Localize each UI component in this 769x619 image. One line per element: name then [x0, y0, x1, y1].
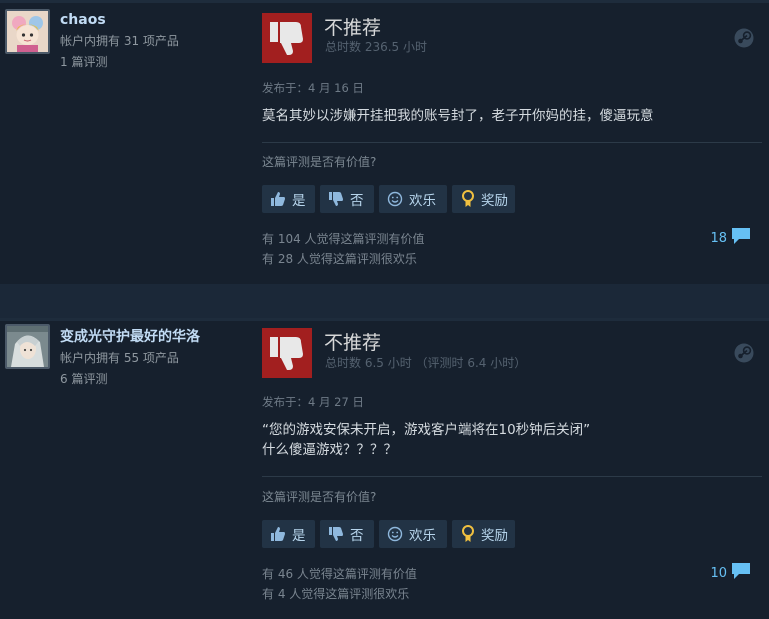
funny-count: 有 4 人觉得这篇评测很欢乐 [262, 587, 410, 601]
thumbs-down-badge[interactable] [262, 13, 312, 63]
steam-logo-icon [734, 343, 754, 363]
author-reviews[interactable]: 1 篇评测 [60, 53, 179, 71]
award-button[interactable]: 奖励 [452, 520, 515, 548]
helpful-count: 有 46 人觉得这篇评测有价值 [262, 567, 417, 581]
award-button[interactable]: 奖励 [452, 185, 515, 213]
award-medal-icon [458, 189, 477, 209]
review-text: “您的游戏安保未开启，游戏客户端将在10秒钟后关闭” 什么傻逼游戏？？？？ [262, 420, 590, 460]
author-name[interactable]: 变成光守护最好的华洛 [60, 328, 200, 346]
vote-counts: 有 46 人觉得这篇评测有价值 有 4 人觉得这篇评测很欢乐 [262, 564, 417, 604]
vote-button-row: 是 否 欢乐 奖励 [262, 520, 515, 548]
author-products[interactable]: 帐户内拥有 31 项产品 [60, 32, 179, 50]
smiley-icon [385, 524, 405, 544]
review-text-line: 什么傻逼游戏？？？？ [262, 442, 397, 458]
smiley-icon [385, 189, 405, 209]
vote-yes-button[interactable]: 是 [262, 520, 315, 548]
card-top-border [0, 0, 769, 3]
thumbs-down-icon [326, 524, 346, 544]
author-reviews[interactable]: 6 篇评测 [60, 370, 200, 388]
vote-yes-label: 是 [292, 528, 306, 544]
comment-link[interactable]: 10 [710, 562, 751, 584]
vote-no-label: 否 [350, 528, 364, 544]
vote-funny-label: 欢乐 [409, 193, 436, 209]
review-card: chaos 帐户内拥有 31 项产品 1 篇评测 不推荐 总时数 236.5 小… [0, 0, 769, 284]
comment-bubble-icon [731, 227, 751, 249]
comment-count: 10 [710, 565, 727, 581]
avatar[interactable] [5, 9, 50, 54]
posted-date: 发布于：4 月 27 日 [262, 395, 364, 409]
playtime: 总时数 6.5 小时 （评测时 6.4 小时） [325, 356, 527, 370]
divider [262, 142, 762, 143]
avatar-image [7, 326, 48, 367]
thumbs-down-icon [326, 189, 346, 209]
comment-count: 18 [710, 230, 727, 246]
comment-link[interactable]: 18 [710, 227, 751, 249]
thumbs-up-icon [268, 189, 288, 209]
comment-bubble-icon [731, 562, 751, 584]
award-medal-icon [458, 524, 477, 544]
review-card: 变成光守护最好的华洛 帐户内拥有 55 项产品 6 篇评测 不推荐 总时数 6.… [0, 318, 769, 619]
author-block: 变成光守护最好的华洛 帐户内拥有 55 项产品 6 篇评测 [60, 328, 200, 388]
funny-count: 有 28 人觉得这篇评测很欢乐 [262, 252, 417, 266]
helpful-question: 这篇评测是否有价值? [262, 490, 377, 504]
author-block: chaos 帐户内拥有 31 项产品 1 篇评测 [60, 11, 179, 71]
helpful-count: 有 104 人觉得这篇评测有价值 [262, 232, 425, 246]
steam-logo-icon [734, 28, 754, 48]
review-text-line: “您的游戏安保未开启，游戏客户端将在10秒钟后关闭” [262, 422, 591, 438]
avatar-image [7, 11, 48, 52]
review-verdict[interactable]: 不推荐 [324, 332, 381, 354]
card-top-border [0, 318, 769, 321]
vote-yes-button[interactable]: 是 [262, 185, 315, 213]
vote-no-label: 否 [350, 193, 364, 209]
vote-no-button[interactable]: 否 [320, 520, 374, 548]
author-name[interactable]: chaos [60, 11, 179, 29]
vote-funny-label: 欢乐 [409, 528, 436, 544]
vote-yes-label: 是 [292, 193, 306, 209]
award-label: 奖励 [481, 528, 508, 544]
thumbs-up-icon [268, 524, 288, 544]
vote-funny-button[interactable]: 欢乐 [379, 185, 447, 213]
vote-funny-button[interactable]: 欢乐 [379, 520, 447, 548]
review-text-line: 莫名其妙以涉嫌开挂把我的账号封了，老子开你妈的挂，傻逼玩意 [262, 108, 654, 124]
avatar[interactable] [5, 324, 50, 369]
playtime: 总时数 236.5 小时 [325, 40, 427, 54]
helpful-question: 这篇评测是否有价值? [262, 155, 377, 169]
vote-counts: 有 104 人觉得这篇评测有价值 有 28 人觉得这篇评测很欢乐 [262, 229, 425, 269]
thumbs-down-badge[interactable] [262, 328, 312, 378]
award-label: 奖励 [481, 193, 508, 209]
thumbs-down-icon [270, 22, 303, 55]
vote-no-button[interactable]: 否 [320, 185, 374, 213]
review-text: 莫名其妙以涉嫌开挂把我的账号封了，老子开你妈的挂，傻逼玩意 [262, 106, 654, 126]
author-products[interactable]: 帐户内拥有 55 项产品 [60, 349, 200, 367]
posted-date: 发布于：4 月 16 日 [262, 81, 364, 95]
vote-button-row: 是 否 欢乐 奖励 [262, 185, 515, 213]
divider [262, 476, 762, 477]
thumbs-down-icon [270, 337, 303, 370]
review-verdict[interactable]: 不推荐 [324, 17, 381, 39]
